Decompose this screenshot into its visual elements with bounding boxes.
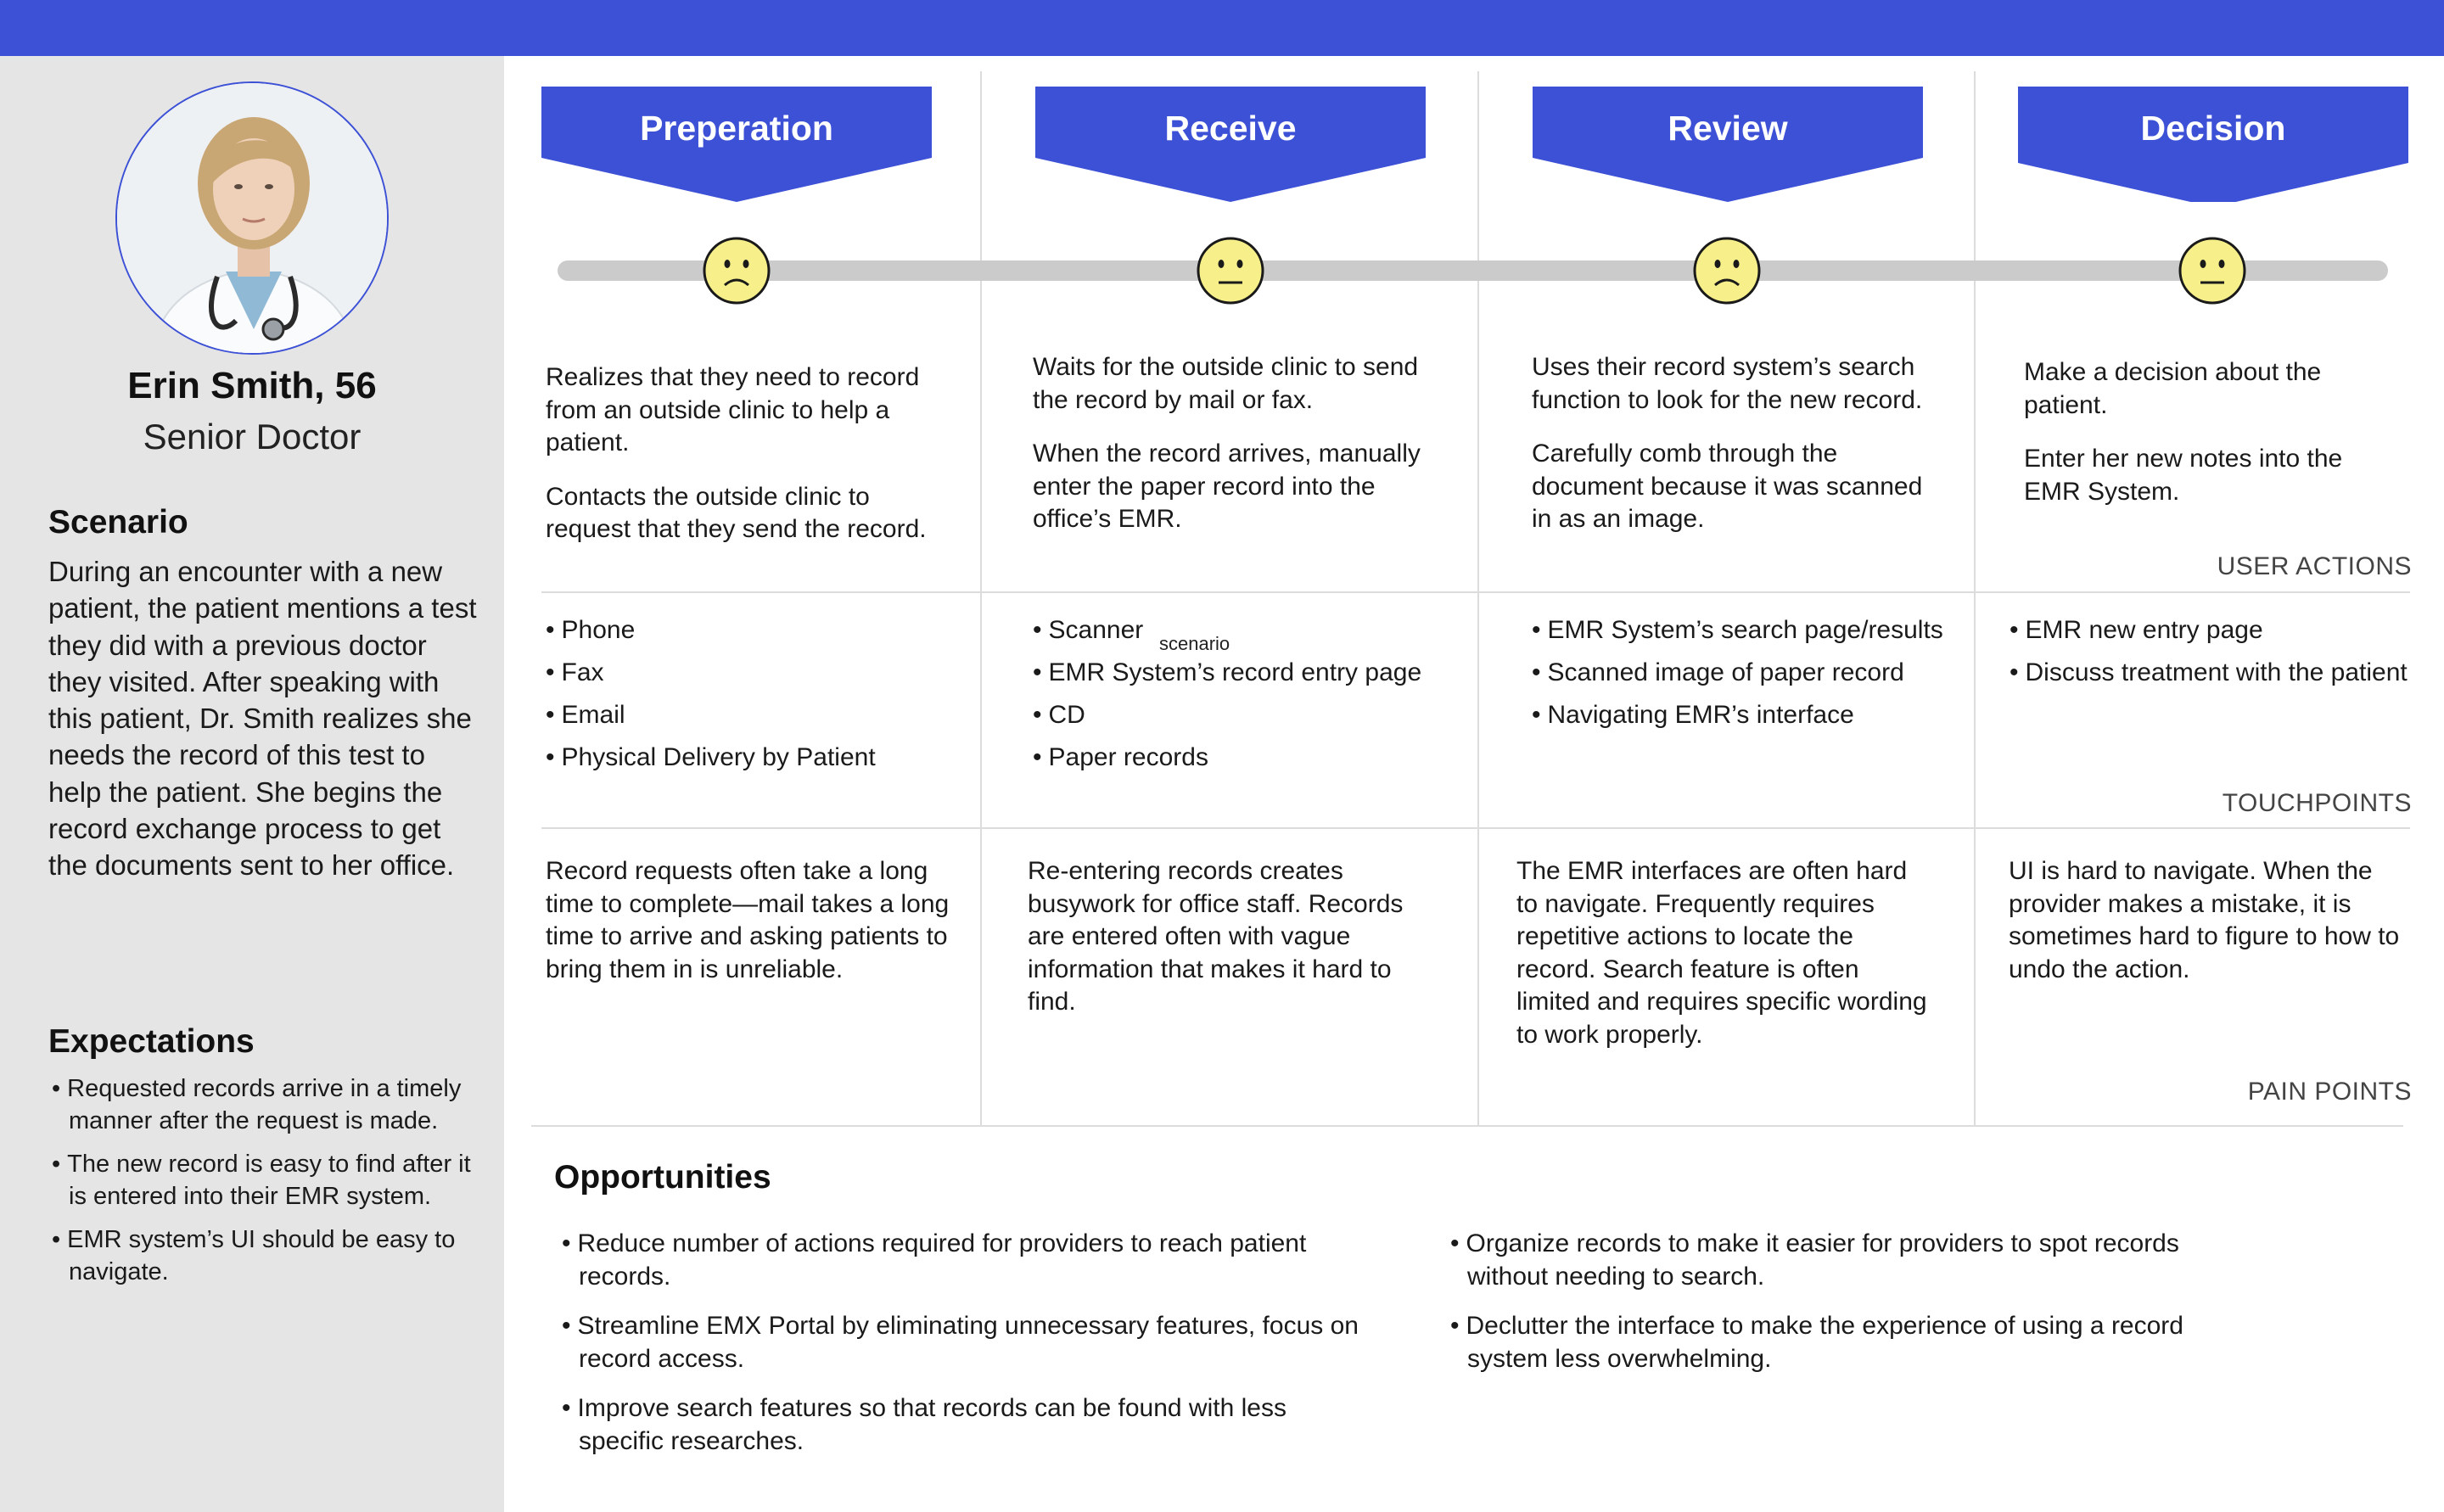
doctor-portrait-icon <box>117 83 387 353</box>
touchpoint-item: EMR System’s search page/results <box>1532 614 1956 647</box>
touchpoint-note: scenario <box>1159 633 1230 654</box>
touchpoint-item: Paper records <box>1033 742 1457 774</box>
touchpoint-item: Email <box>546 699 961 731</box>
action-text: When the record arrives, manually enter … <box>1033 440 1421 533</box>
opportunity-item: Reduce number of actions required for pr… <box>558 1228 1364 1293</box>
neutral-face-icon <box>1197 237 1264 305</box>
row-divider <box>541 591 2410 593</box>
touchpoint-item: Scanned image of paper record <box>1532 657 1956 689</box>
opportunity-item: Streamline EMX Portal by eliminating unn… <box>558 1310 1364 1375</box>
touchpoints-review: EMR System’s search page/results Scanned… <box>1532 614 1956 742</box>
touchpoints-preperation: Phone Fax Email Physical Delivery by Pat… <box>546 614 961 784</box>
opportunities-list-right: Organize records to make it easier for p… <box>1446 1228 2210 1392</box>
pain-points-decision: UI is hard to navigate. When the provide… <box>2009 857 2400 983</box>
user-actions-decision: Make a decision about the patient. Enter… <box>2024 356 2389 529</box>
action-text: Waits for the outside clinic to send the… <box>1033 353 1419 414</box>
column-divider <box>1974 71 1976 1125</box>
opportunities-list-left: Reduce number of actions required for pr… <box>558 1228 1364 1475</box>
column-divider <box>980 71 982 1125</box>
touchpoint-item: Fax <box>546 657 961 689</box>
row-label-touchpoints: TOUCHPOINTS <box>2222 789 2412 817</box>
scenario-heading: Scenario <box>48 504 188 540</box>
persona-name: Erin Smith, 56 <box>127 365 377 406</box>
sad-face-icon <box>1693 237 1761 305</box>
action-text: Uses their record system’s search functi… <box>1532 353 1923 414</box>
persona-role: Senior Doctor <box>143 417 362 456</box>
pain-points-preperation: Record requests often take a long time t… <box>546 857 950 983</box>
expectations-heading: Expectations <box>48 1023 255 1060</box>
stage-title: Preperation <box>640 109 833 148</box>
touchpoints-decision: EMR new entry page Discuss treatment wit… <box>2010 614 2417 699</box>
emotion-timeline <box>558 260 2388 281</box>
stage-banner-preperation: Preperation <box>541 87 932 202</box>
opportunities-heading: Opportunities <box>554 1159 771 1196</box>
persona-sidebar: Erin Smith, 56 Senior Doctor Scenario Du… <box>0 56 504 1512</box>
stage-title: Decision <box>2140 109 2286 148</box>
row-label-user-actions: USER ACTIONS <box>2217 552 2412 580</box>
persona-avatar <box>115 81 389 355</box>
opportunity-item: Organize records to make it easier for p… <box>1446 1228 2210 1293</box>
stage-banner-decision: Decision <box>2018 87 2408 202</box>
stage-title: Receive <box>1164 109 1297 148</box>
opportunity-item: Improve search features so that records … <box>558 1392 1364 1458</box>
touchpoint-item: Physical Delivery by Patient <box>546 742 961 774</box>
user-actions-preperation: Realizes that they need to record from a… <box>546 361 961 568</box>
pain-points-receive: Re-entering records creates busywork for… <box>1028 857 1404 1016</box>
touchpoint-item: EMR new entry page <box>2010 614 2417 647</box>
scenario-text: During an encounter with a new patient, … <box>48 556 477 882</box>
action-text: Carefully comb through the document beca… <box>1532 440 1923 533</box>
row-divider <box>531 1125 2403 1127</box>
expectations-list: Requested records arrive in a timely man… <box>48 1072 473 1299</box>
touchpoint-item: Discuss treatment with the patient <box>2010 657 2417 689</box>
neutral-face-icon <box>2178 237 2246 305</box>
column-divider <box>1477 71 1479 1125</box>
row-divider <box>541 827 2410 829</box>
touchpoint-item: CD <box>1033 699 1457 731</box>
action-text: Contacts the outside clinic to request t… <box>546 482 927 544</box>
touchpoint-item: Scanner <box>1033 614 1457 647</box>
row-label-pain-points: PAIN POINTS <box>2247 1078 2412 1106</box>
expectation-item: The new record is easy to find after it … <box>48 1148 473 1212</box>
expectation-item: Requested records arrive in a timely man… <box>48 1072 473 1137</box>
touchpoints-receive: Scanner EMR System’s record entry page C… <box>1033 614 1457 784</box>
touchpoint-item: EMR System’s record entry page <box>1033 657 1457 689</box>
top-accent-bar <box>0 0 2444 56</box>
stage-banner-receive: Receive <box>1035 87 1426 202</box>
user-actions-receive: Waits for the outside clinic to send the… <box>1033 351 1432 557</box>
sad-face-icon <box>703 237 771 305</box>
user-actions-review: Uses their record system’s search functi… <box>1532 351 1931 557</box>
touchpoint-item: Phone <box>546 614 961 647</box>
opportunity-item: Declutter the interface to make the expe… <box>1446 1310 2210 1375</box>
touchpoint-item: Navigating EMR’s interface <box>1532 699 1956 731</box>
action-text: Make a decision about the patient. <box>2024 358 2322 419</box>
action-text: Realizes that they need to record from a… <box>546 363 920 456</box>
stage-banner-review: Review <box>1533 87 1923 202</box>
action-text: Enter her new notes into the EMR System. <box>2024 445 2343 506</box>
expectation-item: EMR system’s UI should be easy to naviga… <box>48 1224 473 1288</box>
pain-points-review: The EMR interfaces are often hard to nav… <box>1516 857 1927 1049</box>
stage-title: Review <box>1668 109 1788 148</box>
